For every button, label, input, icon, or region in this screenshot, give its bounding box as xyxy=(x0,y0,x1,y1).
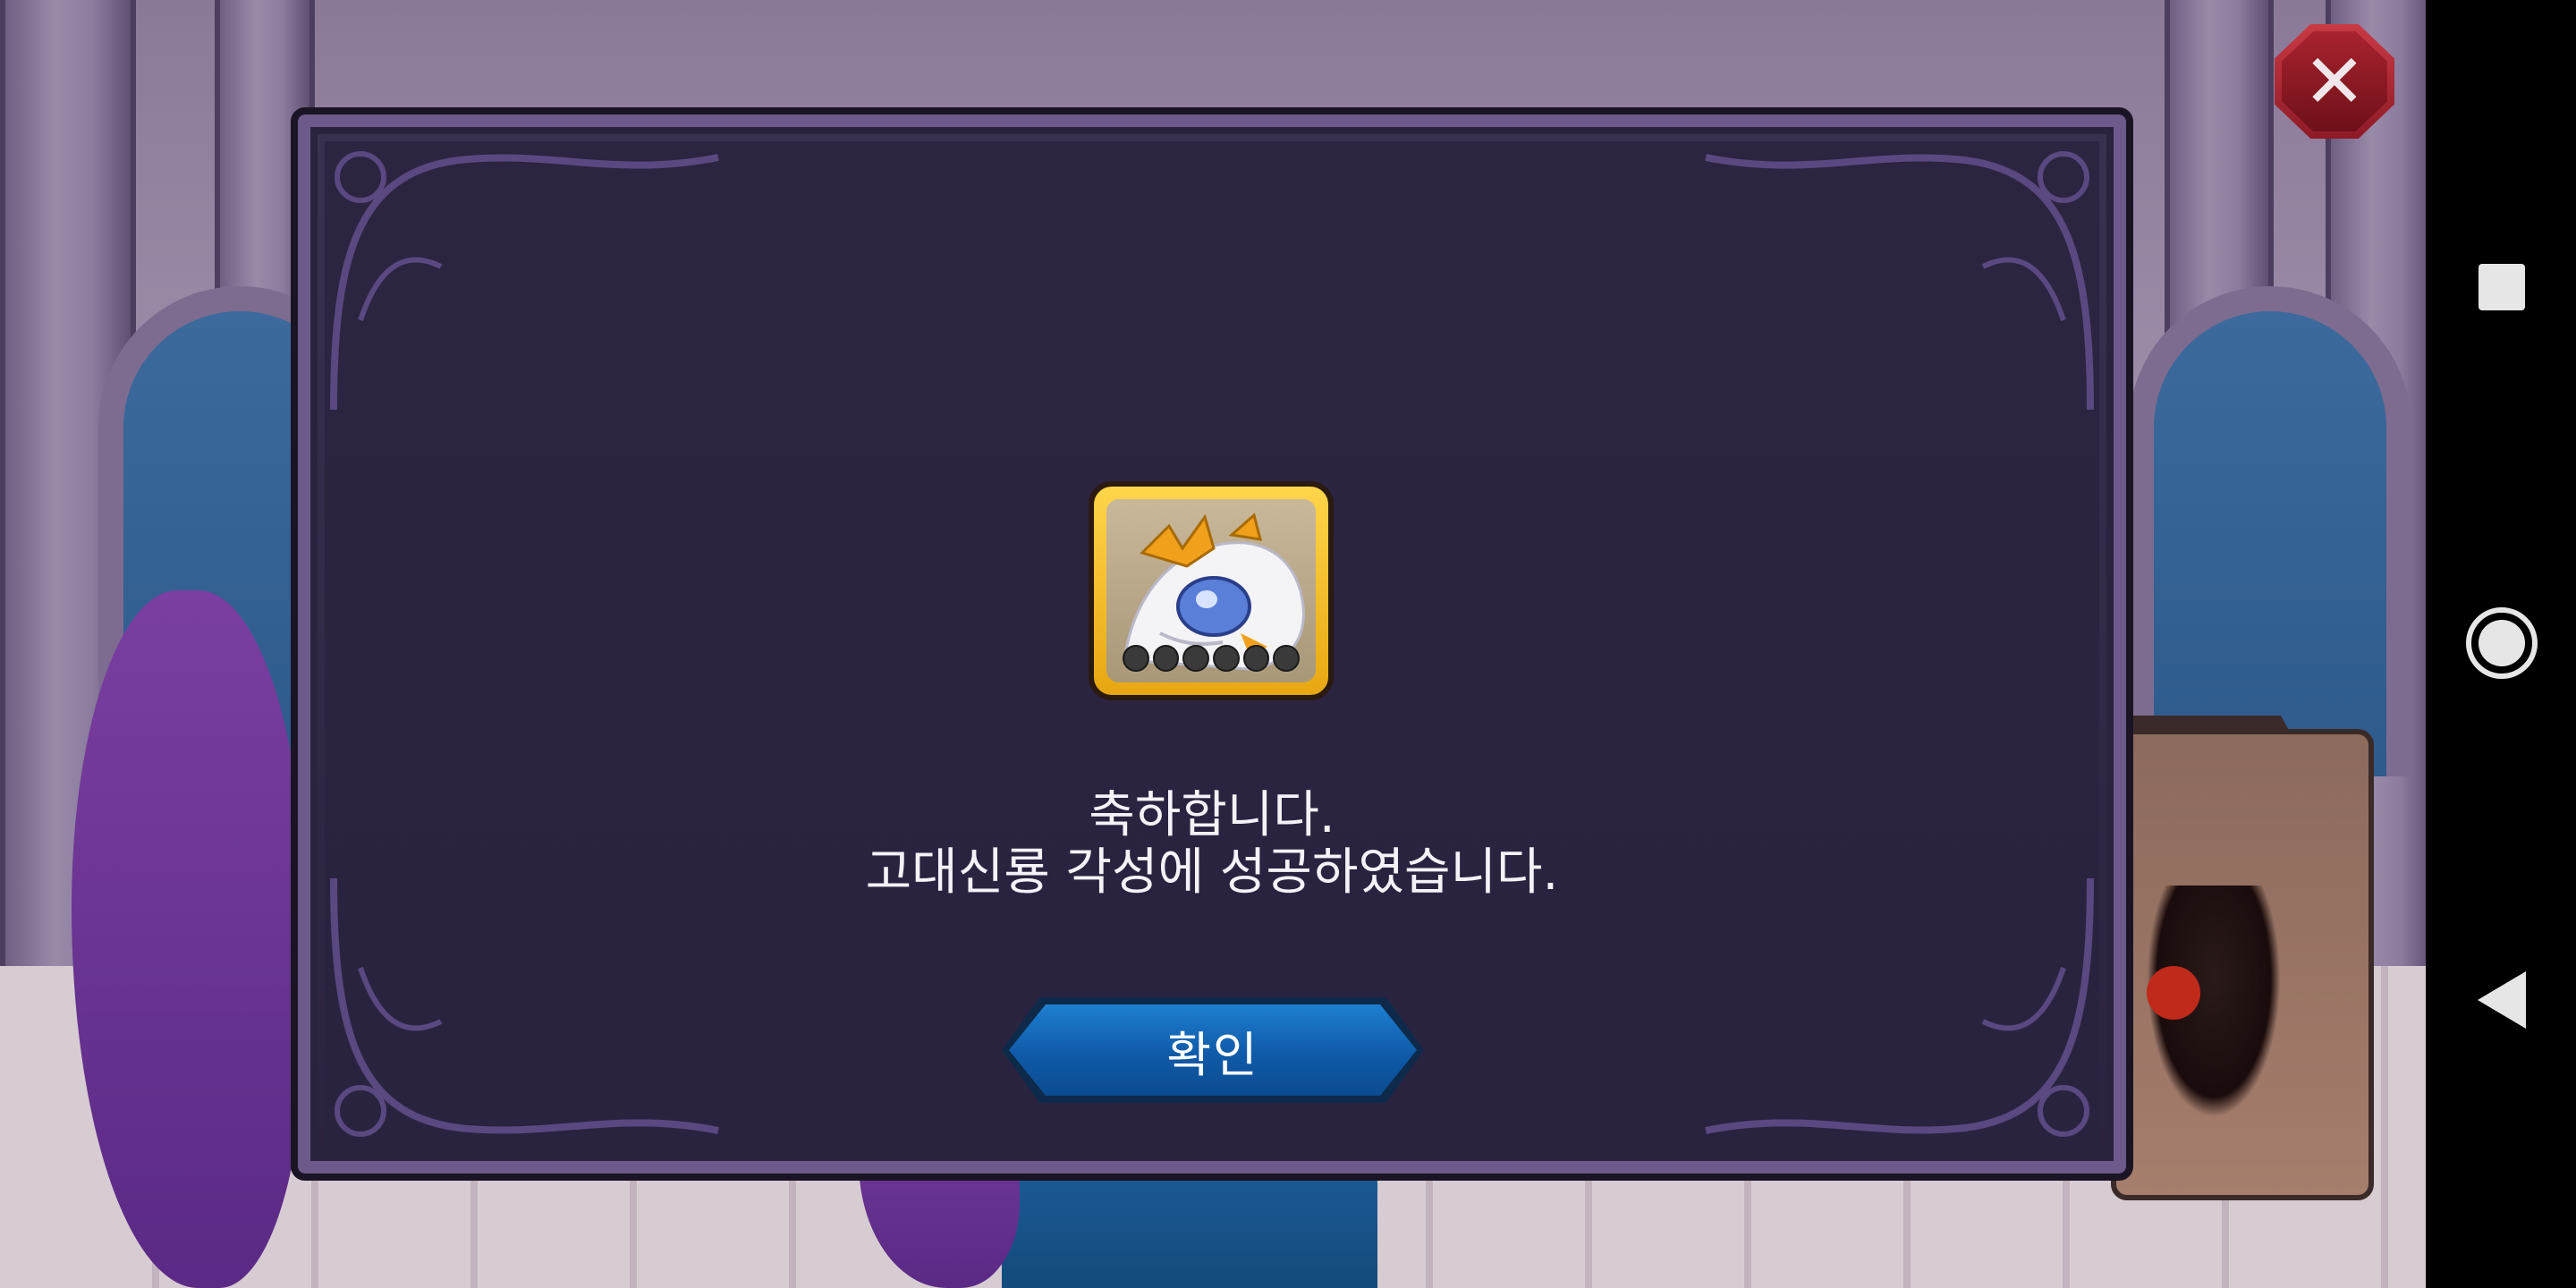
ornament-top-left xyxy=(330,151,719,411)
confirm-button[interactable]: 확인 xyxy=(1002,997,1424,1103)
ancient-dragon-portrait-icon xyxy=(1106,499,1316,682)
reward-icon-frame xyxy=(1089,481,1334,700)
message-line-2: 고대신룡 각성에 성공하였습니다. xyxy=(865,843,1559,902)
star-slot xyxy=(1182,645,1209,672)
star-slot xyxy=(1122,645,1149,672)
side-monster-eye xyxy=(2147,966,2200,1020)
star-rating xyxy=(1122,645,1301,675)
message-line-1: 축하합니다. xyxy=(1089,786,1335,844)
ornament-top-right xyxy=(1705,151,2094,411)
back-triangle-icon[interactable] xyxy=(2478,971,2526,1029)
close-icon: ✕ xyxy=(2302,38,2367,125)
confirm-button-label: 확인 xyxy=(1166,1026,1259,1083)
screen: ✕ 축하합니다. 고대신룡 각성에 성공하였습니다. 확인 xyxy=(0,0,2576,1288)
confirm-button-face: 확인 xyxy=(1009,1004,1417,1096)
close-button[interactable]: ✕ xyxy=(2275,24,2394,139)
close-button-face: ✕ xyxy=(2282,31,2387,131)
star-slot xyxy=(1242,645,1270,672)
result-message: 축하합니다. 고대신룡 각성에 성공하였습니다. xyxy=(626,787,1798,902)
home-circle-icon[interactable] xyxy=(2466,607,2538,679)
star-slot xyxy=(1152,645,1180,672)
home-circle-dot xyxy=(2479,620,2525,666)
recents-square-icon[interactable] xyxy=(2479,264,2525,310)
star-slot xyxy=(1213,645,1240,672)
star-slot xyxy=(1273,645,1301,672)
ornament-bottom-left xyxy=(330,877,719,1137)
background-arch xyxy=(2129,286,2411,776)
ornament-bottom-right xyxy=(1705,877,2094,1137)
